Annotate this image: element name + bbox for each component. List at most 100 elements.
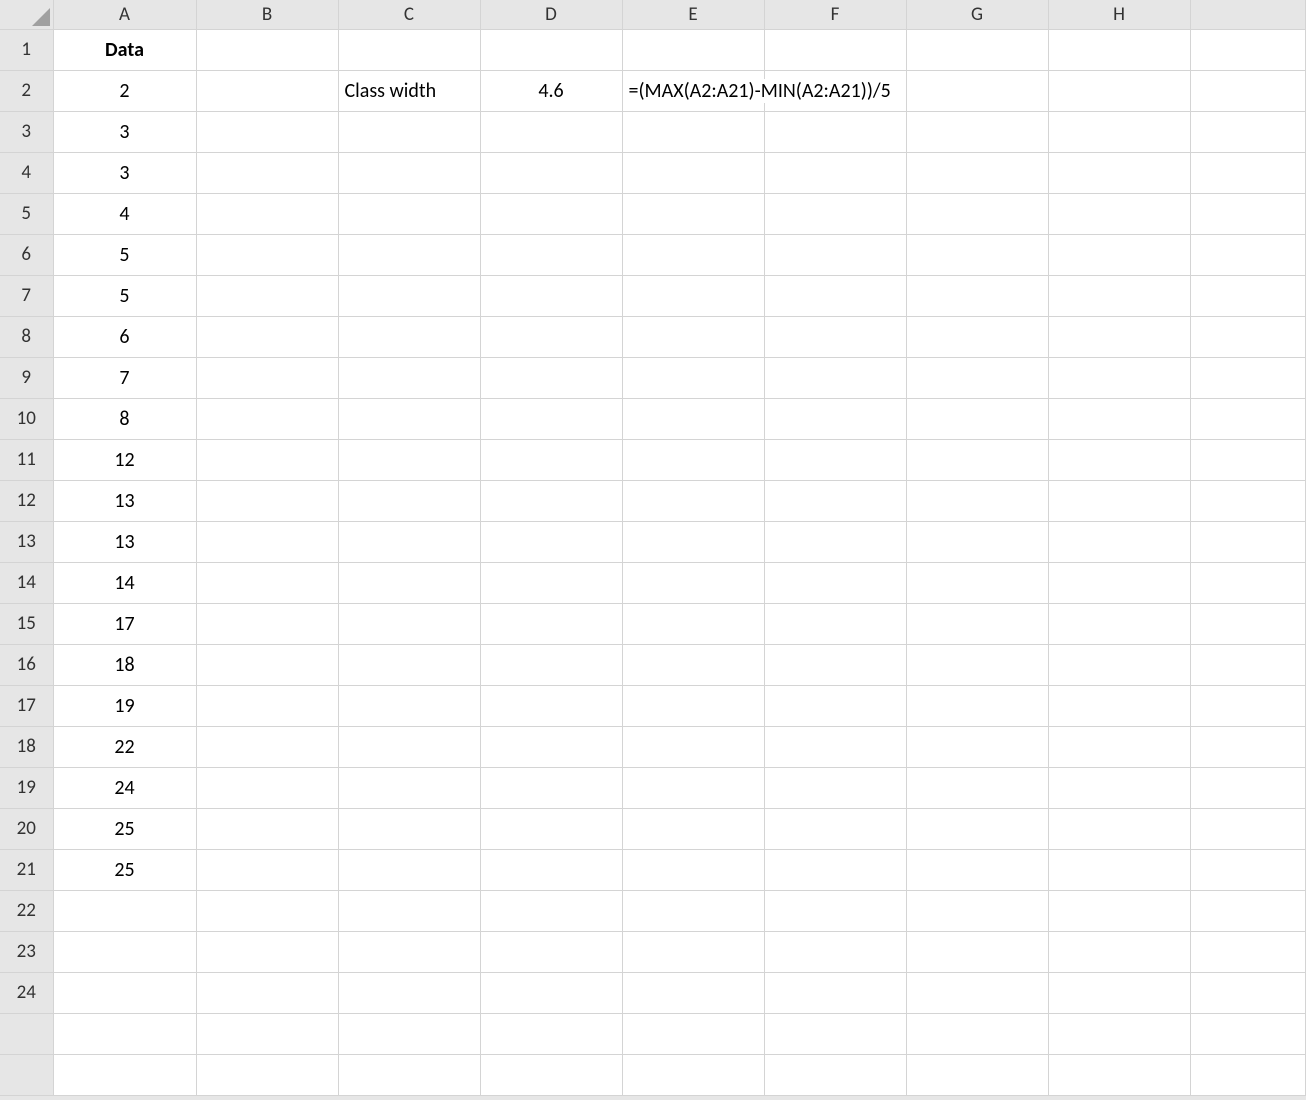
cell-C7[interactable] — [338, 275, 480, 316]
cell-G21[interactable] — [906, 849, 1048, 890]
col-header-G[interactable]: G — [906, 0, 1048, 29]
cell-A19[interactable]: 24 — [53, 767, 196, 808]
cell-B3[interactable] — [196, 111, 338, 152]
cell-I26[interactable] — [1190, 1054, 1306, 1095]
cell-E16[interactable] — [622, 644, 764, 685]
spreadsheet-grid[interactable]: A B C D E F G H 1 Data 2 2 Class widt — [0, 0, 1306, 1100]
row-header-3[interactable]: 3 — [0, 111, 53, 152]
select-all-corner[interactable] — [0, 0, 53, 29]
cell-H15[interactable] — [1048, 603, 1190, 644]
cell-I3[interactable] — [1190, 111, 1306, 152]
cell-I8[interactable] — [1190, 316, 1306, 357]
cell-B25[interactable] — [196, 1013, 338, 1054]
cell-A4[interactable]: 3 — [53, 152, 196, 193]
cell-A21[interactable]: 25 — [53, 849, 196, 890]
cell-B5[interactable] — [196, 193, 338, 234]
cell-F22[interactable] — [764, 890, 906, 931]
cell-C10[interactable] — [338, 398, 480, 439]
cell-F10[interactable] — [764, 398, 906, 439]
cell-C11[interactable] — [338, 439, 480, 480]
cell-F5[interactable] — [764, 193, 906, 234]
cell-D25[interactable] — [480, 1013, 622, 1054]
cell-C26[interactable] — [338, 1054, 480, 1095]
cell-I23[interactable] — [1190, 931, 1306, 972]
cell-D5[interactable] — [480, 193, 622, 234]
cell-C22[interactable] — [338, 890, 480, 931]
cell-E10[interactable] — [622, 398, 764, 439]
col-header-extra[interactable] — [1190, 0, 1306, 29]
cell-F23[interactable] — [764, 931, 906, 972]
row-header-16[interactable]: 16 — [0, 644, 53, 685]
cell-A24[interactable] — [53, 972, 196, 1013]
cell-H18[interactable] — [1048, 726, 1190, 767]
cell-D3[interactable] — [480, 111, 622, 152]
cell-H23[interactable] — [1048, 931, 1190, 972]
cell-B13[interactable] — [196, 521, 338, 562]
cell-I2[interactable] — [1190, 70, 1306, 111]
cell-A11[interactable]: 12 — [53, 439, 196, 480]
cell-I4[interactable] — [1190, 152, 1306, 193]
cell-H22[interactable] — [1048, 890, 1190, 931]
cell-A10[interactable]: 8 — [53, 398, 196, 439]
cell-I24[interactable] — [1190, 972, 1306, 1013]
row-header-18[interactable]: 18 — [0, 726, 53, 767]
cell-F6[interactable] — [764, 234, 906, 275]
cell-C6[interactable] — [338, 234, 480, 275]
cell-E14[interactable] — [622, 562, 764, 603]
cell-G26[interactable] — [906, 1054, 1048, 1095]
cell-A9[interactable]: 7 — [53, 357, 196, 398]
cell-D24[interactable] — [480, 972, 622, 1013]
cell-A3[interactable]: 3 — [53, 111, 196, 152]
cell-D2[interactable]: 4.6 — [480, 70, 622, 111]
cell-E18[interactable] — [622, 726, 764, 767]
cell-D23[interactable] — [480, 931, 622, 972]
row-header-9[interactable]: 9 — [0, 357, 53, 398]
row-header-23[interactable]: 23 — [0, 931, 53, 972]
cell-E22[interactable] — [622, 890, 764, 931]
cell-F14[interactable] — [764, 562, 906, 603]
cell-D22[interactable] — [480, 890, 622, 931]
cell-H12[interactable] — [1048, 480, 1190, 521]
cell-G17[interactable] — [906, 685, 1048, 726]
cell-I6[interactable] — [1190, 234, 1306, 275]
cell-I20[interactable] — [1190, 808, 1306, 849]
cell-I16[interactable] — [1190, 644, 1306, 685]
cell-I7[interactable] — [1190, 275, 1306, 316]
cell-B23[interactable] — [196, 931, 338, 972]
cell-B20[interactable] — [196, 808, 338, 849]
cell-G3[interactable] — [906, 111, 1048, 152]
cell-F11[interactable] — [764, 439, 906, 480]
row-header-19[interactable]: 19 — [0, 767, 53, 808]
cell-F16[interactable] — [764, 644, 906, 685]
cell-G7[interactable] — [906, 275, 1048, 316]
row-header-5[interactable]: 5 — [0, 193, 53, 234]
cell-G19[interactable] — [906, 767, 1048, 808]
row-header-22[interactable]: 22 — [0, 890, 53, 931]
cell-G14[interactable] — [906, 562, 1048, 603]
cell-D17[interactable] — [480, 685, 622, 726]
cell-D13[interactable] — [480, 521, 622, 562]
cell-D11[interactable] — [480, 439, 622, 480]
col-header-A[interactable]: A — [53, 0, 196, 29]
cell-C12[interactable] — [338, 480, 480, 521]
cell-C14[interactable] — [338, 562, 480, 603]
row-header-25[interactable] — [0, 1013, 53, 1054]
cell-C13[interactable] — [338, 521, 480, 562]
col-header-B[interactable]: B — [196, 0, 338, 29]
cell-F18[interactable] — [764, 726, 906, 767]
cell-F7[interactable] — [764, 275, 906, 316]
cell-H11[interactable] — [1048, 439, 1190, 480]
cell-C5[interactable] — [338, 193, 480, 234]
cell-B8[interactable] — [196, 316, 338, 357]
row-header-4[interactable]: 4 — [0, 152, 53, 193]
row-header-2[interactable]: 2 — [0, 70, 53, 111]
cell-I22[interactable] — [1190, 890, 1306, 931]
row-header-13[interactable]: 13 — [0, 521, 53, 562]
cell-I9[interactable] — [1190, 357, 1306, 398]
cell-D20[interactable] — [480, 808, 622, 849]
cell-E5[interactable] — [622, 193, 764, 234]
cell-F25[interactable] — [764, 1013, 906, 1054]
cell-E4[interactable] — [622, 152, 764, 193]
cell-G8[interactable] — [906, 316, 1048, 357]
cell-E12[interactable] — [622, 480, 764, 521]
